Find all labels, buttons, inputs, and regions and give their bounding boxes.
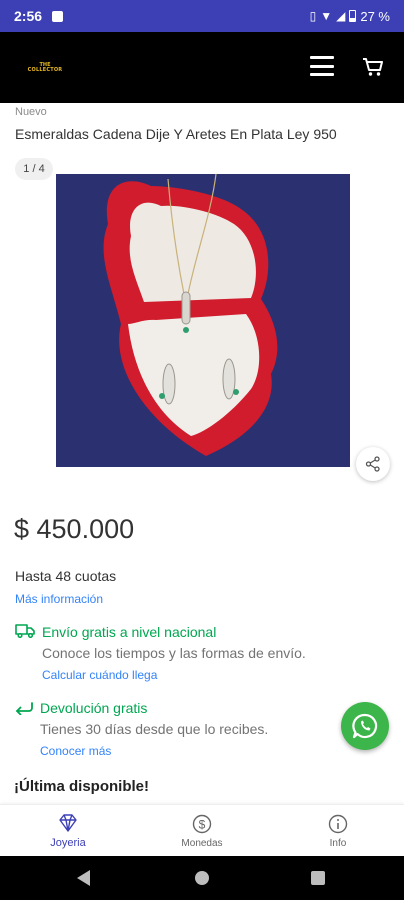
image-counter: 1 / 4 [15,158,53,180]
calculate-delivery-link[interactable]: Calcular cuándo llega [42,668,157,682]
product-price: $ 450.000 [14,514,135,544]
recents-icon[interactable] [311,871,325,885]
free-shipping-title: Envío gratis a nivel nacional [42,624,217,640]
brand-logo[interactable]: THE COLLECTOR [26,58,64,78]
tab-joyeria[interactable]: Joyeria [18,805,118,857]
status-indicators: ▯ ▼ ◢ 27 % [310,9,390,24]
signal-icon: ◢ [336,9,346,23]
tab-label-info: Info [329,837,347,849]
app-header: THE COLLECTOR [0,32,404,103]
vibrate-icon: ▯ [309,9,317,23]
more-info-link[interactable]: Más información [15,592,103,606]
diamond-icon [59,814,77,832]
installments-text: Hasta 48 cuotas [15,568,117,584]
image-notification-icon [52,10,64,22]
svg-text:$: $ [199,817,206,831]
tab-info[interactable]: Info [288,805,388,857]
info-icon [328,814,348,833]
hamburger-menu-icon[interactable] [310,56,334,76]
product-title: Esmeraldas Cadena Dije Y Aretes En Plata… [15,126,337,142]
back-icon[interactable] [77,870,90,886]
product-image[interactable] [56,174,350,467]
whatsapp-button[interactable] [341,702,389,750]
logo-line-2: COLLECTOR [27,66,63,73]
jewelry-box-illustration [56,174,350,467]
whatsapp-icon [352,713,378,739]
truck-icon [15,624,35,638]
tab-label-joyeria: Joyeria [50,837,86,849]
product-condition: Nuevo [15,106,47,118]
shipping-subtitle: Conoce los tiempos y las formas de envío… [42,645,306,661]
free-return-title: Devolución gratis [40,700,148,716]
availability-text: ¡Última disponible! [14,778,149,795]
wifi-icon: ▼ [320,9,333,23]
tab-monedas[interactable]: $ Monedas [152,805,252,857]
learn-more-link[interactable]: Conocer más [40,744,111,758]
share-button[interactable] [356,447,390,481]
return-arrow-icon [16,702,33,715]
home-icon[interactable] [195,871,209,885]
battery-icon [349,10,357,22]
battery-level: 27 % [360,8,390,24]
bottom-tab-bar: Joyeria $ Monedas Info [0,804,404,856]
share-icon [365,456,380,472]
system-nav-bar [0,856,404,900]
tab-label-monedas: Monedas [181,837,223,849]
dollar-coin-icon: $ [192,814,212,833]
status-time: 2:56 [14,8,43,24]
status-bar: 2:56 ▯ ▼ ◢ 27 % [0,0,404,32]
return-subtitle: Tienes 30 días desde que lo recibes. [40,721,269,737]
shopping-cart-icon[interactable] [362,57,384,77]
